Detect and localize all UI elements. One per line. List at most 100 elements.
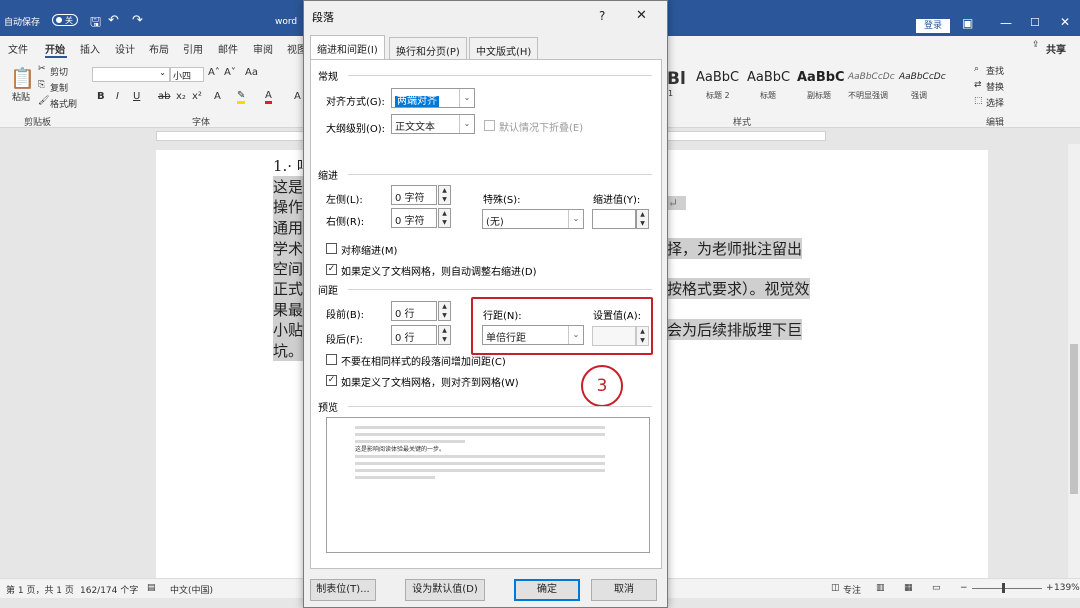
zoom-in-icon[interactable]: + (1046, 583, 1054, 593)
tab-references[interactable]: 引用 (183, 41, 203, 56)
style-heading2-sample[interactable]: AaBbC (696, 70, 739, 85)
focus-button[interactable]: 专注 (843, 583, 861, 596)
proofing-icon[interactable]: ▤ (147, 583, 156, 593)
print-layout-icon[interactable]: ▦ (904, 583, 913, 593)
replace-icon[interactable]: ⇄ (974, 80, 982, 90)
set-default-button[interactable]: 设为默认值(D) (405, 579, 485, 601)
cut-icon[interactable]: ✂ (38, 64, 46, 74)
no-space-same-style-checkbox[interactable] (326, 354, 337, 365)
select-button[interactable]: 选择 (986, 96, 1004, 109)
font-color-icon[interactable]: A (265, 90, 272, 104)
format-painter-icon[interactable]: 🖌 (38, 96, 49, 106)
space-before-input[interactable]: 0 行 (391, 301, 437, 321)
zoom-slider-thumb[interactable] (1002, 583, 1005, 593)
superscript-icon[interactable]: x² (192, 91, 202, 102)
left-indent-input[interactable]: 0 字符 (391, 185, 437, 205)
login-button[interactable]: 登录 (916, 19, 950, 33)
zoom-level[interactable]: 139% (1054, 583, 1080, 593)
scrollbar-thumb[interactable] (1070, 344, 1078, 494)
paste-button[interactable]: 粘贴 (12, 90, 30, 103)
style-emphasis-sample[interactable]: AaBbCcDc (899, 72, 946, 82)
zoom-out-icon[interactable]: − (960, 583, 968, 593)
close-icon[interactable]: ✕ (636, 8, 647, 23)
character-shading-icon[interactable]: A (294, 91, 301, 102)
grow-font-icon[interactable]: A˄ (208, 67, 220, 78)
highlight-icon[interactable]: ✎ (237, 90, 246, 104)
strikethrough-icon[interactable]: ab (158, 91, 170, 102)
snap-to-grid-checkbox[interactable]: ✓ (326, 375, 337, 386)
style-subtitle-sample[interactable]: AaBbC (797, 70, 845, 85)
tab-mailings[interactable]: 邮件 (218, 41, 238, 56)
maximize-icon[interactable]: ☐ (1030, 16, 1040, 29)
underline-icon[interactable]: U (133, 91, 140, 102)
close-window-icon[interactable]: ✕ (1060, 15, 1070, 29)
style-subtle-emphasis-sample[interactable]: AaBbCcDc (848, 72, 895, 82)
replace-button[interactable]: 替换 (986, 80, 1004, 93)
tabs-button[interactable]: 制表位(T)... (310, 579, 376, 601)
font-name-combo[interactable]: ⌄ (92, 67, 170, 82)
paste-icon[interactable]: 📋 (10, 66, 35, 90)
tab-layout[interactable]: 布局 (149, 41, 169, 56)
tab-line-page-breaks[interactable]: 换行和分页(P) (389, 37, 467, 59)
focus-icon[interactable]: ◫ (831, 583, 840, 593)
auto-adjust-indent-checkbox[interactable]: ✓ (326, 264, 337, 275)
tab-asian-typography[interactable]: 中文版式(H) (469, 37, 539, 59)
help-icon[interactable]: ? (599, 9, 605, 23)
read-mode-icon[interactable]: ▥ (876, 583, 885, 593)
web-layout-icon[interactable]: ▭ (932, 583, 941, 593)
bold-icon[interactable]: B (97, 91, 105, 102)
tab-home[interactable]: 开始 (45, 41, 65, 56)
copy-icon[interactable]: ⎘ (38, 80, 45, 90)
outline-level-select[interactable]: 正文文本 ⌄ (391, 114, 475, 134)
subscript-icon[interactable]: x₂ (176, 91, 186, 102)
right-indent-input[interactable]: 0 字符 (391, 208, 437, 228)
alignment-select[interactable]: 两端对齐 ⌄ (391, 88, 475, 108)
doc-fragment-3: 部会为后续排版埋下巨 (652, 319, 803, 340)
left-indent-spinner[interactable]: ▲ ▼ (438, 185, 451, 205)
font-size-combo[interactable]: 小四 (170, 67, 204, 82)
undo-icon[interactable]: ↶ (108, 13, 119, 28)
vertical-scrollbar[interactable] (1068, 144, 1080, 578)
doc-line-8: 果最 (273, 299, 304, 320)
ok-button[interactable]: 确定 (514, 579, 580, 601)
copy-button[interactable]: 复制 (50, 81, 68, 94)
find-button[interactable]: 查找 (986, 64, 1004, 77)
share-button[interactable]: 共享 (1046, 41, 1066, 56)
cancel-button[interactable]: 取消 (591, 579, 657, 601)
share-icon[interactable]: ⇪ (1032, 40, 1040, 50)
text-effects-icon[interactable]: A (214, 91, 221, 102)
collapsed-checkbox[interactable] (484, 120, 495, 131)
right-indent-spinner[interactable]: ▲ ▼ (438, 208, 451, 228)
word-count[interactable]: 162/174 个字 (80, 583, 138, 596)
indent-by-input[interactable] (592, 209, 636, 229)
format-painter-button[interactable]: 格式刷 (50, 97, 77, 110)
space-after-input[interactable]: 0 行 (391, 325, 437, 345)
select-icon[interactable]: ⬚ (974, 96, 983, 106)
italic-icon[interactable]: I (116, 91, 119, 102)
redo-icon[interactable]: ↷ (132, 13, 143, 28)
mirror-indent-checkbox[interactable] (326, 243, 337, 254)
shrink-font-icon[interactable]: A˅ (224, 67, 236, 78)
autosave-toggle[interactable]: 关 (52, 14, 78, 26)
style-heading1-sample[interactable]: Bl (667, 69, 686, 89)
space-before-spinner[interactable]: ▲ ▼ (438, 301, 451, 321)
find-icon[interactable]: ⌕ (974, 64, 979, 74)
zoom-slider[interactable] (972, 588, 1042, 589)
change-case-icon[interactable]: Aa (245, 67, 258, 78)
minimize-icon[interactable]: — (1000, 16, 1012, 30)
tab-insert[interactable]: 插入 (80, 41, 100, 56)
save-icon[interactable]: 🖫 (90, 13, 101, 35)
style-title-sample[interactable]: AaBbC (747, 70, 790, 85)
tab-file[interactable]: 文件 (8, 41, 28, 56)
page-count[interactable]: 第 1 页，共 1 页 (6, 583, 74, 596)
language-label[interactable]: 中文(中国) (170, 583, 213, 596)
ribbon-display-icon[interactable]: ▣ (962, 16, 973, 30)
tab-review[interactable]: 审阅 (253, 41, 273, 56)
indent-by-spinner[interactable]: ▲ ▼ (636, 209, 649, 229)
cut-button[interactable]: 剪切 (50, 65, 68, 78)
special-indent-select[interactable]: (无) ⌄ (482, 209, 584, 229)
space-after-spinner[interactable]: ▲ ▼ (438, 325, 451, 345)
tab-indents-spacing[interactable]: 缩进和间距(I) (310, 35, 385, 60)
tab-design[interactable]: 设计 (115, 41, 135, 56)
vertical-ruler[interactable] (0, 144, 18, 578)
